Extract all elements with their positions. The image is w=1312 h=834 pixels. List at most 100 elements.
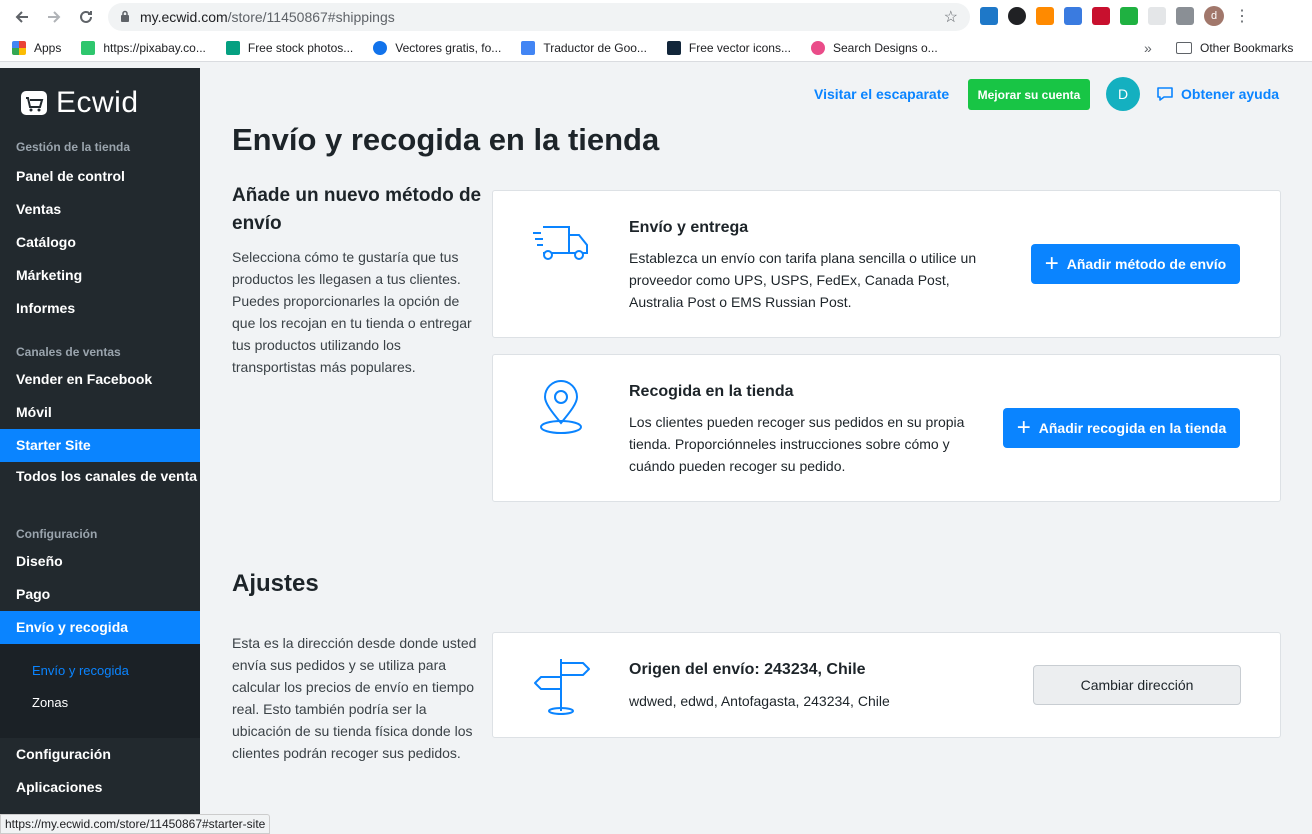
- plus-icon: +: [1016, 414, 1031, 441]
- bookmark-apps[interactable]: Apps: [12, 41, 61, 55]
- extension-icon[interactable]: [1148, 7, 1166, 25]
- extension-icon[interactable]: [980, 7, 998, 25]
- url-path: /store/11450867#shippings: [227, 9, 395, 25]
- bookmark-label: Apps: [34, 41, 62, 55]
- subnav-item-shipping[interactable]: Envío y recogida: [32, 663, 129, 678]
- bookmark-dribbble[interactable]: Search Designs o...: [810, 41, 938, 55]
- upgrade-account-button[interactable]: Mejorar su cuenta: [968, 79, 1090, 110]
- extensions-area: d ⋮: [980, 6, 1250, 26]
- other-bookmarks[interactable]: Other Bookmarks: [1176, 41, 1293, 55]
- bookmark-star-icon[interactable]: ☆: [944, 7, 958, 27]
- browser-toolbar: my.ecwid.com/store/11450867#shippings ☆ …: [0, 0, 1312, 35]
- settings-heading: Ajustes: [232, 570, 319, 597]
- freepik-icon: [373, 41, 388, 55]
- sidebar-item-reports[interactable]: Informes: [0, 292, 200, 325]
- sidebar-item-mobile[interactable]: Móvil: [0, 396, 200, 429]
- folder-icon: [1176, 42, 1192, 54]
- origin-card: Origen del envío: 243234, Chile wdwed, e…: [492, 632, 1281, 738]
- map-pin-icon: [539, 379, 583, 442]
- delivery-card-text: Establezca un envío con tarifa plana sen…: [629, 250, 977, 310]
- page-title: Envío y recogida en la tienda: [232, 122, 660, 157]
- more-menu-icon[interactable]: ⋮: [1234, 6, 1250, 26]
- sidebar-item-dashboard[interactable]: Panel de control: [0, 160, 200, 193]
- other-bookmarks-label: Other Bookmarks: [1200, 41, 1294, 55]
- bookmark-freepik[interactable]: Vectores gratis, fo...: [373, 41, 501, 55]
- pickup-card: Recogida en la tienda Los clientes puede…: [492, 354, 1281, 502]
- apps-grid-icon: [12, 41, 26, 55]
- sidebar-item-apps[interactable]: Aplicaciones: [0, 771, 200, 804]
- logo-text: Ecwid: [56, 86, 139, 119]
- sidebar-item-all-channels[interactable]: Todos los canales de venta: [0, 463, 200, 505]
- bookmark-label: https://pixabay.co...: [103, 41, 206, 55]
- extension-icon[interactable]: [1092, 7, 1110, 25]
- origin-address: wdwed, edwd, Antofagasta, 243234, Chile: [629, 693, 890, 709]
- subnav-item-zones[interactable]: Zonas: [32, 695, 68, 710]
- signpost-icon: [533, 655, 591, 720]
- pickup-card-title: Recogida en la tienda: [629, 383, 794, 400]
- add-shipping-method-label: Añadir método de envío: [1066, 256, 1227, 272]
- forward-arrow-icon[interactable]: [38, 1, 70, 33]
- sidebar-item-facebook[interactable]: Vender en Facebook: [0, 363, 200, 396]
- extension-icon[interactable]: [1064, 7, 1082, 25]
- extension-icon[interactable]: [1176, 7, 1194, 25]
- bookmark-translate[interactable]: Traductor de Goo...: [521, 41, 647, 55]
- pexels-icon: [225, 41, 240, 55]
- address-bar[interactable]: my.ecwid.com/store/11450867#shippings ☆: [108, 3, 970, 31]
- bookmarks-bar: Apps https://pixabay.co... Free stock ph…: [0, 35, 1312, 62]
- add-store-pickup-button[interactable]: + Añadir recogida en la tienda: [1003, 408, 1240, 448]
- extension-icon[interactable]: [1008, 7, 1026, 25]
- bookmark-label: Free stock photos...: [247, 41, 354, 55]
- google-translate-icon: [521, 41, 536, 55]
- bookmark-flaticon[interactable]: Free vector icons...: [666, 41, 791, 55]
- pixabay-icon: [81, 41, 96, 55]
- bookmark-pexels[interactable]: Free stock photos...: [225, 41, 354, 55]
- sidebar-item-shipping[interactable]: Envío y recogida: [0, 611, 200, 644]
- change-address-button[interactable]: Cambiar dirección: [1033, 665, 1241, 705]
- sidebar-item-catalog[interactable]: Catálogo: [0, 226, 200, 259]
- extension-icon[interactable]: [1036, 7, 1054, 25]
- status-bar-url: https://my.ecwid.com/store/11450867#star…: [0, 814, 271, 834]
- bookmark-label: Search Designs o...: [832, 41, 938, 55]
- sidebar-item-design[interactable]: Diseño: [0, 545, 200, 578]
- delivery-truck-icon: [531, 221, 591, 270]
- origin-card-title: Origen del envío: 243234, Chile: [629, 661, 866, 678]
- extension-icon[interactable]: [1120, 7, 1138, 25]
- settings-description: Esta es la dirección desde donde usted e…: [232, 635, 477, 761]
- add-method-description: Selecciona cómo te gustaría que tus prod…: [232, 249, 472, 375]
- bookmark-pixabay[interactable]: https://pixabay.co...: [81, 41, 206, 55]
- sidebar-item-starter-site[interactable]: Starter Site: [0, 429, 200, 462]
- back-arrow-icon[interactable]: [6, 1, 38, 33]
- help-label: Obtener ayuda: [1181, 86, 1280, 102]
- sidebar-item-sales[interactable]: Ventas: [0, 193, 200, 226]
- flaticon-icon: [666, 41, 681, 55]
- section-store-management: Gestión de la tienda: [16, 140, 131, 154]
- section-sales-channels: Canales de ventas: [16, 345, 121, 359]
- add-store-pickup-label: Añadir recogida en la tienda: [1038, 420, 1227, 436]
- cart-icon: [21, 91, 47, 115]
- user-avatar[interactable]: D: [1106, 77, 1140, 111]
- lock-icon: [120, 10, 130, 25]
- add-method-heading: Añade un nuevo método de envío: [232, 185, 482, 234]
- more-bookmarks-chevron-icon[interactable]: »: [1144, 40, 1152, 56]
- sidebar-item-settings[interactable]: Configuración: [0, 738, 200, 771]
- help-link[interactable]: Obtener ayuda: [1156, 86, 1279, 102]
- pickup-card-text: Los clientes pueden recoger sus pedidos …: [629, 414, 965, 474]
- bookmark-label: Traductor de Goo...: [543, 41, 647, 55]
- delivery-card-title: Envío y entrega: [629, 219, 749, 236]
- visit-store-link[interactable]: Visitar el escaparate: [814, 86, 949, 102]
- bookmark-label: Free vector icons...: [688, 41, 791, 55]
- section-configuration: Configuración: [16, 527, 98, 541]
- delivery-card: Envío y entrega Establezca un envío con …: [492, 190, 1281, 338]
- sidebar-item-payment[interactable]: Pago: [0, 578, 200, 611]
- plus-icon: +: [1044, 250, 1059, 277]
- reload-icon[interactable]: [70, 1, 102, 33]
- dribbble-icon: [810, 41, 825, 55]
- url-host: my.ecwid.com: [140, 9, 228, 25]
- add-shipping-method-button[interactable]: + Añadir método de envío: [1031, 244, 1240, 284]
- shipping-subnav: Envío y recogida Zonas: [0, 644, 200, 738]
- profile-avatar[interactable]: d: [1204, 6, 1224, 26]
- ecwid-logo[interactable]: Ecwid: [20, 86, 139, 120]
- sidebar-item-marketing[interactable]: Márketing: [0, 259, 200, 292]
- chat-bubble-icon: [1157, 87, 1173, 101]
- bookmark-label: Vectores gratis, fo...: [395, 41, 502, 55]
